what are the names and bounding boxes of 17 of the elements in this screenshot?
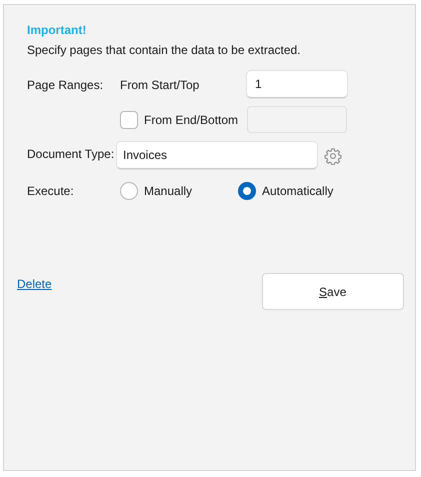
notice-title: Important! <box>27 23 88 37</box>
radio-button[interactable] <box>238 182 256 200</box>
save-button[interactable]: Save <box>262 273 404 310</box>
field-label: Execute: <box>27 183 75 200</box>
radio-label: Automatically <box>262 183 334 200</box>
field-label: Document Type: <box>27 146 116 163</box>
radio-button[interactable] <box>120 182 138 200</box>
field-label: Page Ranges: <box>27 76 104 94</box>
radio-label: Manually <box>144 183 192 200</box>
checkbox[interactable] <box>120 110 138 128</box>
notice-text: Specify pages that contain the data to be extracted. <box>27 43 302 57</box>
checkbox-label: From End/Bottom <box>144 112 238 128</box>
input-field[interactable]: Invoices <box>117 142 317 169</box>
settings-icon[interactable] <box>324 146 342 164</box>
input-field[interactable]: 1 <box>247 71 347 98</box>
delete-link[interactable]: Delete <box>17 275 52 293</box>
field-label: From Start/Top <box>120 76 200 94</box>
